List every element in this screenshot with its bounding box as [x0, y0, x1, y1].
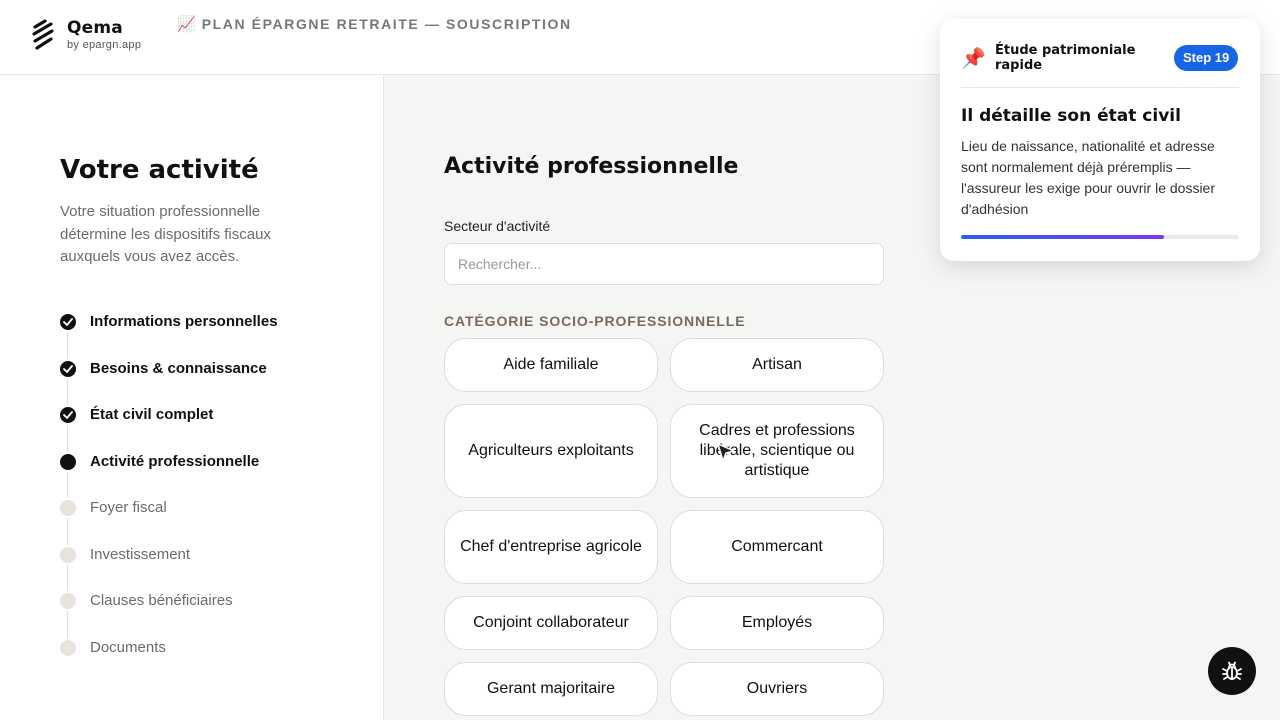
step-todo-dot — [60, 593, 76, 609]
step-label: Besoins & connaissance — [90, 359, 267, 377]
csp-option[interactable]: Employés — [670, 596, 884, 650]
csp-option[interactable]: Commercant — [670, 510, 884, 584]
step-label: Foyer fiscal — [90, 499, 167, 516]
tour-progress-bar — [961, 235, 1239, 239]
csp-option[interactable]: Gerant majoritaire — [444, 662, 658, 716]
step-done-dot — [60, 360, 76, 377]
brand-name[interactable]: Qema — [67, 18, 123, 38]
csp-option[interactable]: Ouvriers — [670, 662, 884, 716]
bug-report-button[interactable] — [1208, 647, 1256, 695]
pin-icon: 📌 — [961, 48, 986, 70]
mouse-cursor-icon — [717, 443, 735, 462]
sidebar-description: Votre situation professionnelle détermin… — [60, 203, 271, 265]
step-label: Documents — [90, 638, 166, 656]
tour-tooltip-card: 📌 Étude patrimoniale rapide Step 19 Il d… — [940, 19, 1260, 261]
qema-logo-icon[interactable] — [31, 19, 55, 51]
step-label: Investissement — [90, 545, 191, 563]
step-label: Activité professionnelle — [90, 452, 260, 470]
tour-title: Il détaille son état civil — [961, 106, 1181, 126]
csp-option[interactable]: Aide familiale — [444, 338, 658, 392]
step-connector — [67, 471, 68, 498]
check-icon — [63, 364, 73, 373]
step-connector — [67, 378, 68, 405]
step-label: Informations personnelles — [90, 313, 278, 330]
brand-subtitle: by epargn.app — [67, 39, 142, 51]
sector-search-input[interactable] — [444, 243, 884, 285]
check-icon — [63, 318, 73, 326]
page-heading-text: PLAN ÉPARGNE RETRAITE — SOUSCRIPTION — [201, 16, 572, 32]
step-badge: Step 19 — [1174, 45, 1239, 71]
step-done-dot — [60, 314, 76, 330]
chart-emoji-icon: 📈 — [177, 16, 196, 33]
sidebar-title: Votre activité — [60, 155, 259, 185]
csp-option[interactable]: Conjoint collaborateur — [444, 596, 658, 650]
step-connector — [67, 518, 68, 545]
step-done-dot — [60, 407, 76, 423]
tour-progress-fill — [961, 235, 1164, 239]
csp-option[interactable]: Chef d'entreprise agricole — [444, 510, 658, 584]
step-todo-dot — [60, 639, 76, 656]
csp-option[interactable]: Cadres et professions libérale, scientiq… — [670, 404, 884, 498]
sector-label: Secteur d'activité — [444, 218, 551, 234]
check-icon — [63, 411, 73, 419]
tour-body: Lieu de naissance, nationalité et adress… — [961, 138, 1216, 217]
csp-option[interactable]: Artisan — [670, 338, 884, 392]
bug-icon — [1222, 661, 1242, 680]
csp-option[interactable]: Agriculteurs exploitants — [444, 404, 658, 498]
step-todo-dot — [60, 500, 76, 516]
tour-divider — [961, 87, 1239, 88]
step-current-dot — [60, 453, 76, 470]
progress-sidebar: Votre activité Votre situation professio… — [0, 75, 384, 720]
section-title: Activité professionnelle — [444, 154, 739, 179]
step-connector — [67, 611, 68, 638]
csp-label: CATÉGORIE SOCIO-PROFESSIONNELLE — [444, 313, 746, 329]
step-todo-dot — [60, 546, 76, 563]
step-connector — [67, 564, 68, 591]
page-heading: 📈 PLAN ÉPARGNE RETRAITE — SOUSCRIPTION — [177, 15, 572, 33]
step-connector — [67, 332, 68, 359]
step-connector — [67, 425, 68, 452]
step-label: État civil complet — [90, 406, 214, 423]
step-label: Clauses bénéficiaires — [90, 592, 233, 609]
tour-header: Étude patrimoniale rapide — [995, 43, 1136, 73]
